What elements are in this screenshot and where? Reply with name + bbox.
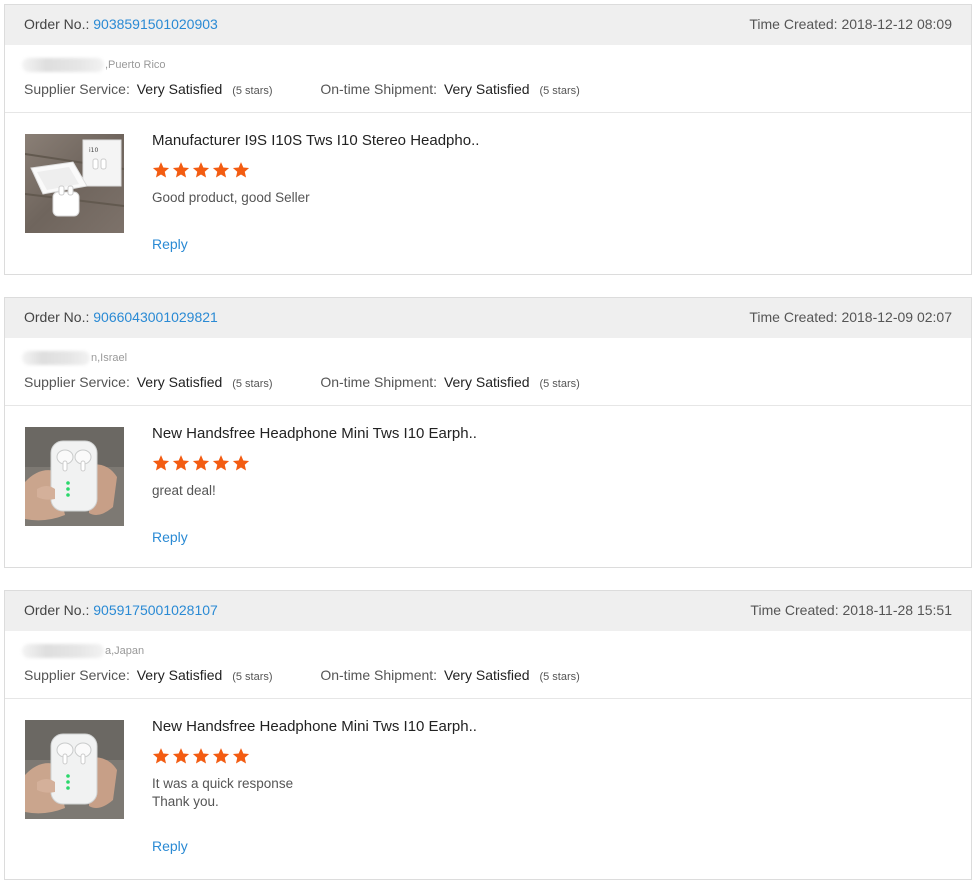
star-rating — [152, 747, 252, 765]
product-title[interactable]: New Handsfree Headphone Mini Tws I10 Ear… — [152, 718, 477, 735]
star-icon — [232, 748, 250, 764]
star-icon — [172, 748, 190, 764]
supplier-service-label: Supplier Service: — [24, 374, 130, 390]
star-icon — [172, 162, 190, 178]
supplier-service-value: Very Satisfied — [136, 374, 223, 390]
order-number-line: Order No.: 9059175001028107 — [24, 602, 218, 618]
order-card: Order No.: 9059175001028107 Time Created… — [4, 590, 972, 880]
svg-text:i10: i10 — [89, 147, 98, 154]
star-icon — [232, 455, 250, 471]
earbuds-in-hand-product-image — [25, 427, 124, 526]
order-header: Order No.: 9066043001029821 Time Created… — [5, 298, 971, 338]
shipment-label: On-time Shipment: — [320, 667, 438, 683]
comment-line: Thank you. — [152, 794, 219, 809]
buyer-location: n,Israel — [91, 352, 128, 364]
time-created: Time Created: 2018-12-09 02:07 — [749, 309, 952, 325]
time-created-label: Time Created: — [750, 602, 839, 618]
order-header: Order No.: 9059175001028107 Time Created… — [5, 591, 971, 631]
buyer-info: a,Japan Supplier Service: Very Satisfied… — [5, 631, 971, 699]
order-header: Order No.: 9038591501020903 Time Created… — [5, 5, 971, 45]
order-number-label: Order No.: — [24, 16, 90, 32]
buyer-info: ,Puerto Rico Supplier Service: Very Sati… — [5, 45, 971, 113]
time-created-value: 2018-12-12 08:09 — [841, 16, 952, 32]
review-item: i10 Manufacturer I9S I10S Tws I10 Stereo… — [5, 113, 971, 273]
time-created-value: 2018-11-28 15:51 — [842, 602, 953, 618]
comment-line: It was a quick response — [152, 776, 294, 791]
order-number-link[interactable]: 9038591501020903 — [93, 16, 218, 32]
product-thumbnail[interactable] — [25, 427, 124, 526]
reply-link[interactable]: Reply — [152, 838, 188, 854]
supplier-service-label: Supplier Service: — [24, 81, 130, 97]
review-comment: great deal! — [152, 482, 216, 500]
review-item: New Handsfree Headphone Mini Tws I10 Ear… — [5, 699, 971, 859]
time-created: Time Created: 2018-12-12 08:09 — [749, 16, 952, 32]
order-card: Order No.: 9038591501020903 Time Created… — [4, 4, 972, 275]
supplier-service-stars: (5 stars) — [232, 378, 273, 390]
shipment-label: On-time Shipment: — [320, 81, 438, 97]
star-icon — [192, 748, 210, 764]
star-rating — [152, 454, 252, 472]
time-created-label: Time Created: — [749, 309, 838, 325]
order-number-label: Order No.: — [24, 602, 90, 618]
shipment-stars: (5 stars) — [539, 671, 580, 683]
product-title[interactable]: New Handsfree Headphone Mini Tws I10 Ear… — [152, 425, 477, 442]
earbuds-in-hand-product-image — [25, 720, 124, 819]
supplier-service-value: Very Satisfied — [136, 81, 223, 97]
star-icon — [212, 748, 230, 764]
shipment-value: Very Satisfied — [443, 374, 530, 390]
buyer-location: a,Japan — [105, 645, 145, 657]
review-comment: It was a quick response Thank you. — [152, 775, 293, 811]
shipment-value: Very Satisfied — [443, 667, 530, 683]
supplier-service-stars: (5 stars) — [232, 85, 273, 97]
product-title[interactable]: Manufacturer I9S I10S Tws I10 Stereo Hea… — [152, 132, 479, 149]
star-icon — [212, 162, 230, 178]
blurred-buyer-name — [22, 58, 104, 72]
product-thumbnail[interactable]: i10 — [25, 134, 124, 233]
earbuds-box-product-image: i10 — [25, 134, 124, 233]
buyer-location-line: a,Japan — [22, 644, 144, 658]
star-icon — [152, 162, 170, 178]
product-thumbnail[interactable] — [25, 720, 124, 819]
time-created-value: 2018-12-09 02:07 — [841, 309, 952, 325]
review-item: New Handsfree Headphone Mini Tws I10 Ear… — [5, 406, 971, 566]
seller-ratings: Supplier Service: Very Satisfied (5 star… — [24, 81, 580, 97]
review-comment: Good product, good Seller — [152, 189, 310, 207]
order-number-link[interactable]: 9066043001029821 — [93, 309, 218, 325]
supplier-service-stars: (5 stars) — [232, 671, 273, 683]
star-icon — [192, 455, 210, 471]
order-number-link[interactable]: 9059175001028107 — [93, 602, 218, 618]
star-icon — [192, 162, 210, 178]
star-icon — [212, 455, 230, 471]
time-created-label: Time Created: — [749, 16, 838, 32]
order-number-line: Order No.: 9038591501020903 — [24, 16, 218, 32]
reply-link[interactable]: Reply — [152, 236, 188, 252]
order-card: Order No.: 9066043001029821 Time Created… — [4, 297, 972, 568]
supplier-service-value: Very Satisfied — [136, 667, 223, 683]
order-number-line: Order No.: 9066043001029821 — [24, 309, 218, 325]
time-created: Time Created: 2018-11-28 15:51 — [750, 602, 952, 618]
shipment-label: On-time Shipment: — [320, 374, 438, 390]
blurred-buyer-name — [22, 644, 104, 658]
buyer-location: ,Puerto Rico — [105, 59, 166, 71]
shipment-stars: (5 stars) — [539, 85, 580, 97]
star-icon — [232, 162, 250, 178]
star-icon — [152, 455, 170, 471]
blurred-buyer-name — [22, 351, 90, 365]
comment-line: great deal! — [152, 483, 216, 498]
buyer-location-line: n,Israel — [22, 351, 127, 365]
star-icon — [172, 455, 190, 471]
reply-link[interactable]: Reply — [152, 529, 188, 545]
supplier-service-label: Supplier Service: — [24, 667, 130, 683]
seller-ratings: Supplier Service: Very Satisfied (5 star… — [24, 374, 580, 390]
shipment-value: Very Satisfied — [443, 81, 530, 97]
shipment-stars: (5 stars) — [539, 378, 580, 390]
buyer-location-line: ,Puerto Rico — [22, 58, 166, 72]
buyer-info: n,Israel Supplier Service: Very Satisfie… — [5, 338, 971, 406]
comment-line: Good product, good Seller — [152, 190, 310, 205]
seller-ratings: Supplier Service: Very Satisfied (5 star… — [24, 667, 580, 683]
order-number-label: Order No.: — [24, 309, 90, 325]
star-rating — [152, 161, 252, 179]
star-icon — [152, 748, 170, 764]
